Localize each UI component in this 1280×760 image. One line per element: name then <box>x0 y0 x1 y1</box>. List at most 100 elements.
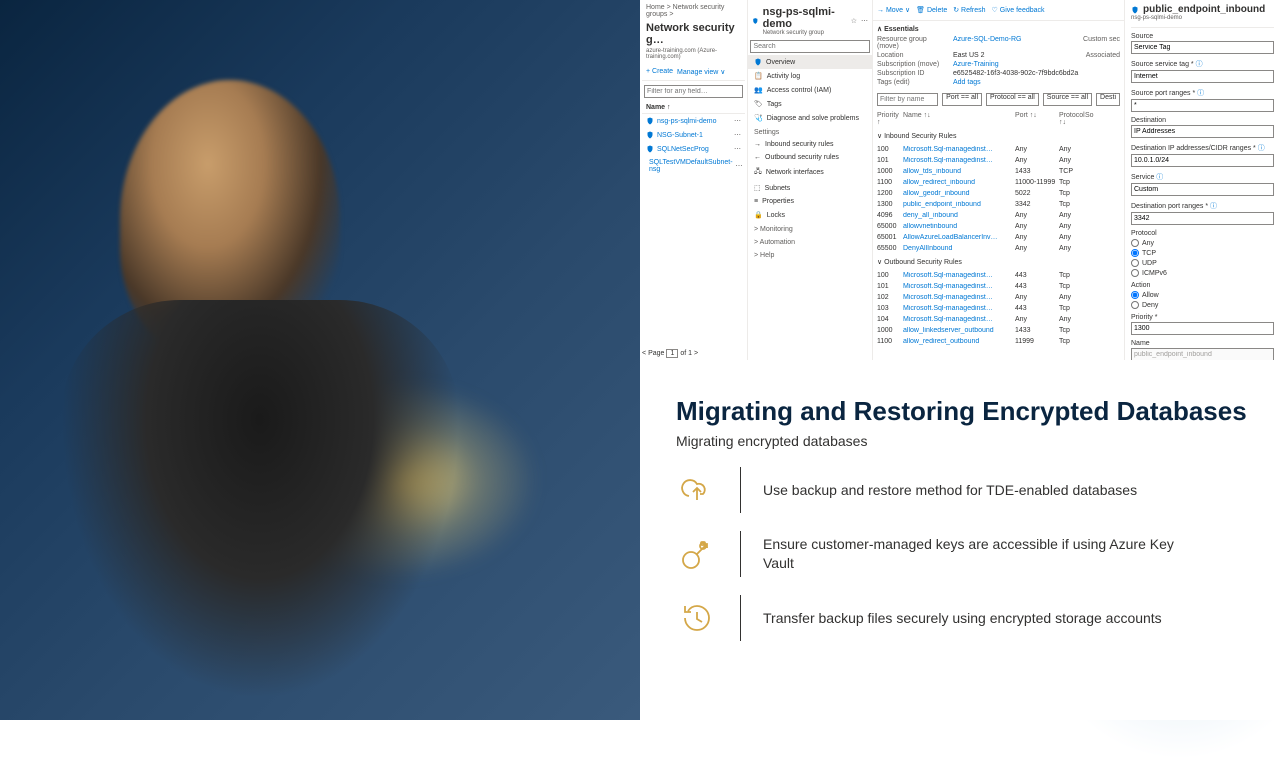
nsg-item[interactable]: SQLNetSecProg⋯ <box>642 142 745 156</box>
source-select[interactable] <box>1131 41 1274 54</box>
priority-input[interactable] <box>1131 322 1274 335</box>
rule-row[interactable]: 1000allow_linkedserver_outbound1433Tcp <box>873 325 1124 336</box>
hero-photo <box>0 0 640 720</box>
menu-activity-log[interactable]: 📋Activity log <box>748 69 872 83</box>
col-protocol[interactable]: Protocol ↑↓ <box>1059 112 1083 126</box>
bullet-2: Ensure customer-managed keys are accessi… <box>676 531 1252 577</box>
info-icon[interactable]: ⓘ <box>1197 90 1204 97</box>
rule-row[interactable]: 1300public_endpoint_inbound3342Tcp <box>873 199 1124 210</box>
outbound-header[interactable]: ∨ Outbound Security Rules <box>873 254 1124 270</box>
custom-sec-label: Custom sec <box>1083 36 1120 50</box>
rule-row[interactable]: 1200allow_geodr_inbound5022Tcp <box>873 188 1124 199</box>
action-deny-radio[interactable]: Deny <box>1131 301 1274 309</box>
feedback-button[interactable]: ♡ Give feedback <box>992 6 1045 14</box>
menu-tags[interactable]: 🏷Tags <box>748 97 872 111</box>
proto-any-radio[interactable]: Any <box>1131 239 1274 247</box>
rule-row[interactable]: 65001AllowAzureLoadBalancerInv…AnyAny <box>873 232 1124 243</box>
blade-subtitle: azure-training.com (Azure-training.com) <box>642 48 745 64</box>
section-automation[interactable]: > Automation <box>748 235 872 248</box>
section-settings: Settings <box>748 125 872 138</box>
rule-row[interactable]: 101Microsoft.Sql-managedinst…443Tcp <box>873 281 1124 292</box>
port-pill[interactable]: Port == all <box>942 93 982 106</box>
slide-subtitle: Migrating encrypted databases <box>676 433 1252 449</box>
col-priority[interactable]: Priority ↑ <box>877 112 901 126</box>
rule-row[interactable]: 102Microsoft.Sql-managedinst…AnyAny <box>873 292 1124 303</box>
rule-row[interactable]: 4096deny_all_inboundAnyAny <box>873 210 1124 221</box>
rule-row[interactable]: 65000allowvnetinboundAnyAny <box>873 221 1124 232</box>
nsg-item[interactable]: SQLTestVMDefaultSubnet-nsg⋯ <box>642 156 745 176</box>
move-button[interactable]: → Move ∨ <box>877 6 910 14</box>
info-icon[interactable]: ⓘ <box>1210 203 1217 210</box>
rule-row[interactable]: 1100allow_redirect_outbound11999Tcp <box>873 336 1124 347</box>
rule-row[interactable]: 101Microsoft.Sql-managedinst…AnyAny <box>873 155 1124 166</box>
dest-label: Destination <box>1131 117 1274 124</box>
inbound-icon: → <box>754 141 761 148</box>
loc-label: Location <box>877 52 947 59</box>
dest-ip-input[interactable] <box>1131 154 1274 167</box>
proto-icmp-radio[interactable]: ICMPv6 <box>1131 269 1274 277</box>
menu-nics[interactable]: 🖧Network interfaces <box>748 164 872 181</box>
src-pill[interactable]: Source == all <box>1043 93 1092 106</box>
rule-row[interactable]: 100Microsoft.Sql-managedinst…443Tcp <box>873 270 1124 281</box>
bullet-3-text: Transfer backup files securely using enc… <box>763 609 1162 628</box>
service-tag-select[interactable] <box>1131 70 1274 83</box>
section-monitoring[interactable]: > Monitoring <box>748 222 872 235</box>
menu-iam[interactable]: 👥Access control (IAM) <box>748 83 872 97</box>
dest-select[interactable] <box>1131 125 1274 138</box>
breadcrumb[interactable]: Home > Network security groups > <box>642 2 745 20</box>
pin-icon[interactable]: ☆ <box>851 17 857 25</box>
menu-inbound-rules[interactable]: →Inbound security rules <box>748 138 872 151</box>
info-icon[interactable]: ⓘ <box>1156 174 1163 181</box>
menu-search[interactable] <box>750 40 869 53</box>
action-label: Action <box>1131 282 1274 289</box>
menu-properties[interactable]: ≡Properties <box>748 195 872 208</box>
src-port-input[interactable] <box>1131 99 1274 112</box>
rule-row[interactable]: 65500DenyAllInboundAnyAny <box>873 243 1124 254</box>
col-port[interactable]: Port ↑↓ <box>1015 112 1057 126</box>
essentials-toggle[interactable]: ∧ Essentials <box>877 23 1120 35</box>
rule-row[interactable]: 100Microsoft.Sql-managedinst…AnyAny <box>873 144 1124 155</box>
rg-link[interactable]: Azure-SQL-Demo-RG <box>953 36 1021 50</box>
info-icon[interactable]: ⓘ <box>1196 61 1203 68</box>
key-lock-icon <box>676 533 718 575</box>
rule-row[interactable]: 1100allow_redirect_inbound11000-11999Tcp <box>873 177 1124 188</box>
rules-filter[interactable] <box>877 93 938 106</box>
rule-row[interactable]: 1000allow_tds_inbound1433TCP <box>873 166 1124 177</box>
menu-locks[interactable]: 🔒Locks <box>748 208 872 222</box>
manage-view-button[interactable]: Manage view ∨ <box>677 68 725 76</box>
tags-link[interactable]: Add tags <box>953 79 981 86</box>
proto-udp-radio[interactable]: UDP <box>1131 259 1274 267</box>
nsg-item[interactable]: NSG-Subnet-1⋯ <box>642 128 745 142</box>
menu-overview[interactable]: Overview <box>748 55 872 69</box>
dest-pill[interactable]: Desti <box>1096 93 1120 106</box>
menu-subnets[interactable]: ⬚Subnets <box>748 181 872 195</box>
inbound-header[interactable]: ∨ Inbound Security Rules <box>873 128 1124 144</box>
pager[interactable]: <Page 1 of 1> <box>642 349 698 358</box>
outbound-icon: ← <box>754 154 761 161</box>
col-source[interactable]: So <box>1085 112 1094 126</box>
sid-value: e6525482-16f3-4038-902c-7f9bdc6bd2a <box>953 70 1078 77</box>
column-name-header[interactable]: Name ↑ <box>642 102 745 114</box>
filter-input[interactable] <box>644 85 743 98</box>
menu-diagnose[interactable]: 🩺Diagnose and solve problems <box>748 111 872 125</box>
section-help[interactable]: > Help <box>748 248 872 261</box>
rule-sub: nsg-ps-sqlmi-demo <box>1131 15 1274 21</box>
nsg-title: nsg-ps-sqlmi-demo <box>763 6 847 30</box>
dest-port-input[interactable] <box>1131 212 1274 225</box>
proto-pill[interactable]: Protocol == all <box>986 93 1039 106</box>
sub-link[interactable]: Azure-Training <box>953 61 999 68</box>
proto-tcp-radio[interactable]: TCP <box>1131 249 1274 257</box>
refresh-button[interactable]: ↻ Refresh <box>953 6 985 14</box>
action-allow-radio[interactable]: Allow <box>1131 291 1274 299</box>
dest-port-label: Destination port ranges * ⓘ <box>1131 201 1274 211</box>
nsg-item[interactable]: nsg-ps-sqlmi-demo⋯ <box>642 114 745 128</box>
create-button[interactable]: + Create <box>646 68 673 76</box>
rule-row[interactable]: 104Microsoft.Sql-managedinst…AnyAny <box>873 314 1124 325</box>
info-icon[interactable]: ⓘ <box>1258 145 1265 152</box>
service-select[interactable] <box>1131 183 1274 196</box>
delete-button[interactable]: 🗑 Delete <box>916 6 947 14</box>
col-name[interactable]: Name ↑↓ <box>903 112 1013 126</box>
rule-row[interactable]: 103Microsoft.Sql-managedinst…443Tcp <box>873 303 1124 314</box>
menu-outbound-rules[interactable]: ←Outbound security rules <box>748 151 872 164</box>
more-icon[interactable]: ⋯ <box>861 17 868 25</box>
